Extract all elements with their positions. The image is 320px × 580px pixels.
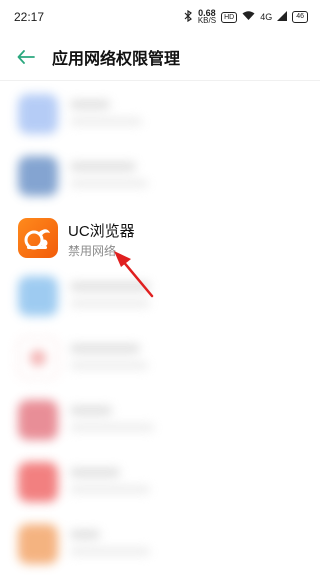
- page-header: 应用网络权限管理: [0, 34, 320, 80]
- list-item[interactable]: [0, 270, 320, 332]
- app-icon: [18, 462, 58, 502]
- app-name-placeholder: [70, 344, 140, 353]
- hd-badge: HD: [221, 11, 238, 23]
- app-name-placeholder: [70, 406, 112, 415]
- battery-icon: 46: [292, 11, 308, 23]
- app-status-placeholder: [70, 118, 142, 125]
- signal-label: 4G: [260, 12, 273, 22]
- bluetooth-icon: [184, 9, 193, 24]
- app-name-placeholder: [70, 282, 150, 291]
- app-status-placeholder: [70, 300, 150, 307]
- app-status-placeholder: [70, 548, 150, 555]
- header-divider: [0, 80, 320, 81]
- app-icon: [18, 156, 58, 196]
- signal-icon: [277, 11, 288, 23]
- app-status-placeholder: [70, 424, 154, 431]
- back-arrow-icon: [17, 50, 35, 64]
- list-item-uc-browser[interactable]: UC浏览器 禁用网络: [0, 212, 320, 262]
- app-status-placeholder: [70, 486, 150, 493]
- status-icons: 0.68 KB/S HD 4G 46: [184, 9, 308, 25]
- app-name-placeholder: [70, 100, 110, 109]
- list-item[interactable]: [0, 88, 320, 150]
- app-name-placeholder: [70, 530, 100, 539]
- list-item[interactable]: [0, 394, 320, 456]
- app-icon: [18, 276, 58, 316]
- back-button[interactable]: [14, 45, 38, 69]
- app-name-placeholder: [70, 162, 136, 171]
- app-name: UC浏览器: [68, 223, 135, 240]
- app-network-status: 禁用网络: [68, 244, 117, 258]
- status-time: 22:17: [14, 10, 45, 24]
- app-name-placeholder: [70, 468, 120, 477]
- app-status-placeholder: [70, 362, 148, 369]
- app-icon: [18, 400, 58, 440]
- app-icon: [18, 524, 58, 564]
- status-bar: 22:17 0.68 KB/S HD 4G 46: [0, 0, 320, 34]
- wifi-icon: [242, 11, 255, 23]
- app-icon: [18, 94, 58, 134]
- uc-browser-icon: [18, 218, 58, 258]
- list-item[interactable]: [0, 518, 320, 580]
- list-item[interactable]: [0, 150, 320, 212]
- network-speed: 0.68 KB/S: [197, 8, 217, 25]
- app-status-placeholder: [70, 180, 148, 187]
- page-title: 应用网络权限管理: [52, 51, 181, 68]
- app-icon: [18, 338, 58, 378]
- list-item[interactable]: [0, 456, 320, 518]
- list-item[interactable]: [0, 332, 320, 394]
